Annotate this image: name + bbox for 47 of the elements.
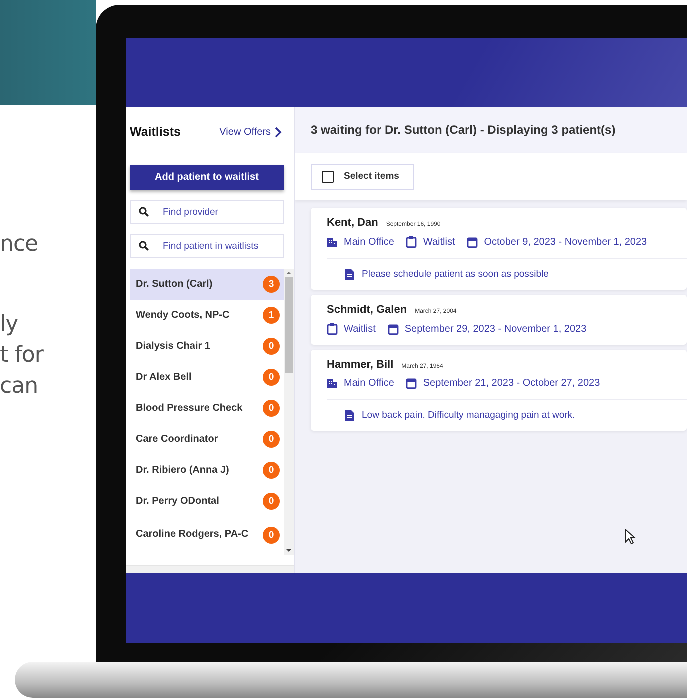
- checkbox[interactable]: [322, 170, 334, 182]
- list-text[interactable]: Waitlist: [344, 324, 376, 334]
- marketing-text: nce: [0, 231, 40, 259]
- patient-note: Low back pain. Difficulty managaging pain at work.: [362, 410, 576, 421]
- count-badge: 0: [263, 338, 280, 355]
- clipboard-icon: [406, 236, 418, 248]
- scroll-down-icon[interactable]: [284, 547, 294, 555]
- location-text[interactable]: Main Office: [344, 236, 394, 248]
- chevron-right-icon: [275, 126, 282, 138]
- horizontal-scrollbar[interactable]: [126, 565, 294, 573]
- patient-name: Hammer, Bill: [327, 359, 394, 371]
- location-text[interactable]: Main Office: [344, 378, 394, 389]
- calendar-icon: [388, 324, 399, 334]
- building-icon: [327, 236, 338, 248]
- calendar-icon: [467, 236, 478, 248]
- add-patient-button[interactable]: Add patient to waitlist: [130, 165, 284, 190]
- document-icon: [345, 410, 354, 421]
- date-range[interactable]: October 9, 2023 - November 1, 2023: [484, 236, 648, 248]
- document-icon: [345, 269, 354, 280]
- search-field[interactable]: Find provider: [130, 200, 284, 224]
- count-badge: 0: [263, 369, 280, 386]
- count-badge: 0: [263, 400, 280, 417]
- count-badge: 3: [263, 276, 280, 293]
- provider-item[interactable]: Dr. Sutton (Carl) 3: [130, 269, 284, 300]
- search-field[interactable]: Find patient in waitlists: [130, 234, 284, 258]
- sidebar-title: Waitlists: [130, 125, 181, 139]
- view-offers-link[interactable]: View Offers: [220, 126, 282, 138]
- clipboard-icon: [327, 323, 338, 335]
- patient-name: Schmidt, Galen: [327, 304, 408, 316]
- marketing-text: ly: [0, 311, 20, 339]
- building-icon: [327, 378, 338, 389]
- marketing-text: t for: [0, 342, 45, 370]
- list-text[interactable]: Waitlist: [423, 236, 456, 248]
- calendar-icon: [406, 378, 418, 389]
- select-items-button[interactable]: Select items: [311, 164, 414, 190]
- date-range[interactable]: September 29, 2023 - November 1, 2023: [404, 324, 587, 334]
- scrollbar[interactable]: [284, 269, 294, 555]
- count-badge: 0: [263, 526, 280, 544]
- count-badge: 0: [263, 462, 280, 479]
- patient-name: Kent, Dan: [327, 217, 378, 229]
- date-range[interactable]: September 21, 2023 - October 27, 2023: [423, 378, 600, 389]
- patient-note: Please schedule patient as soon as possible: [362, 269, 549, 280]
- count-badge: 1: [263, 307, 280, 324]
- count-badge: 0: [263, 493, 280, 510]
- count-badge: 0: [263, 431, 280, 448]
- marketing-text: can: [0, 373, 40, 401]
- cursor-icon: [625, 529, 636, 545]
